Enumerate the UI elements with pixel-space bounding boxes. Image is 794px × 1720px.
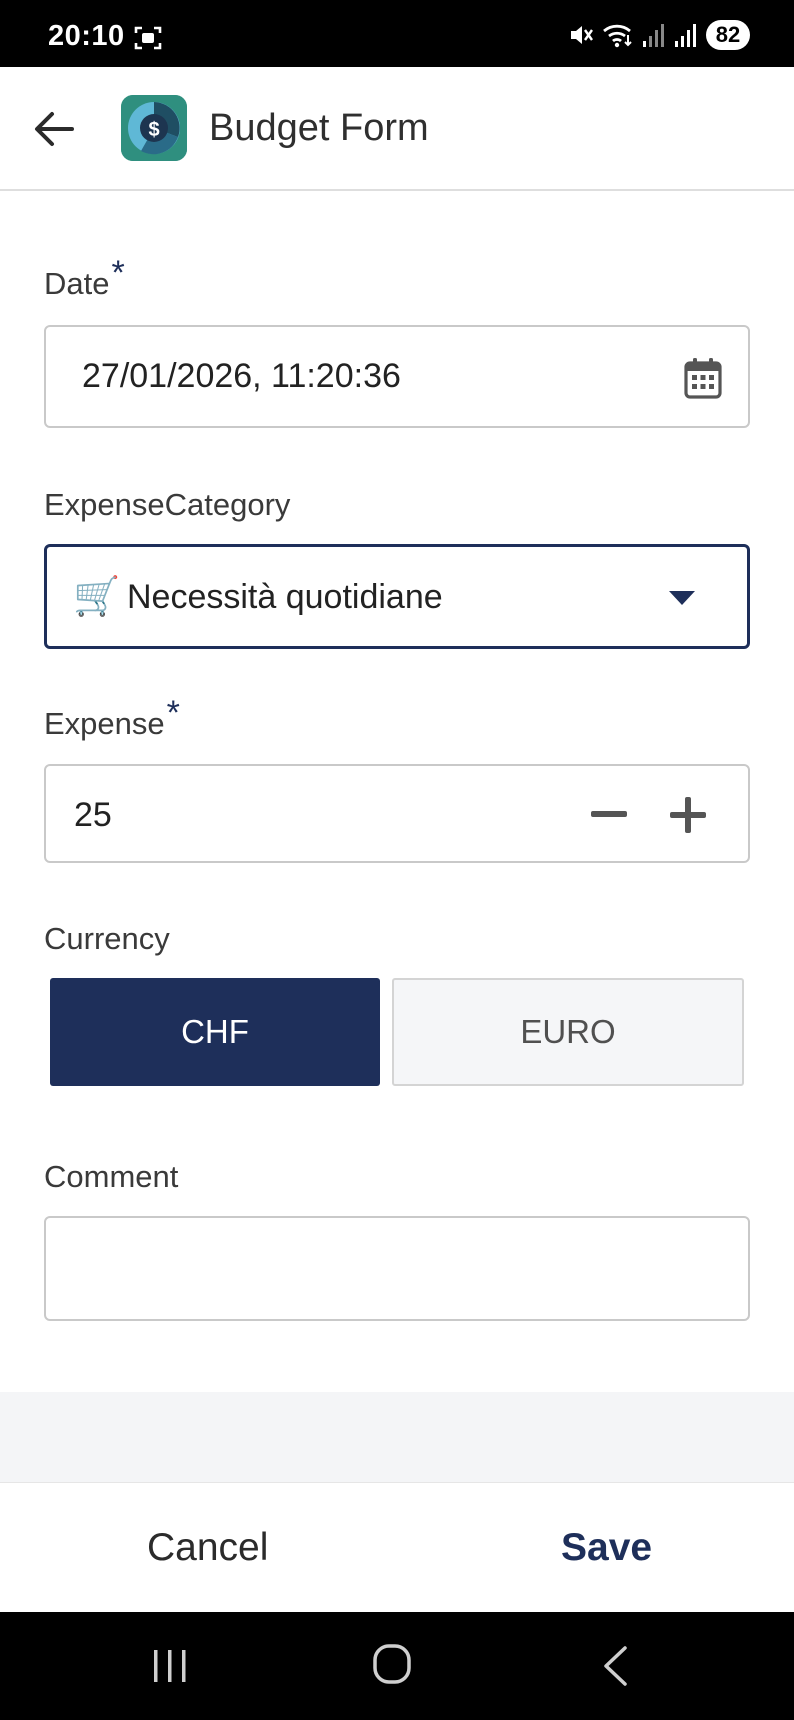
currency-chf-button[interactable]: CHF [50,978,380,1086]
date-value: 27/01/2026, 11:20:36 [82,357,401,395]
status-icons: 82 [568,20,750,50]
date-field[interactable]: 27/01/2026, 11:20:36 [44,325,750,428]
required-mark: * [111,254,125,292]
system-nav-bar [0,1612,794,1720]
date-label: Date* [44,254,125,301]
signal-icon [675,24,696,47]
calendar-icon[interactable] [684,357,722,399]
expense-value: 25 [74,796,112,834]
save-button[interactable]: Save [561,1483,652,1613]
back-nav-icon[interactable] [600,1644,630,1688]
action-bar: Cancel Save [0,1482,794,1612]
minus-icon [591,811,627,817]
svg-text:$: $ [148,119,159,141]
expense-category-label: ExpenseCategory [44,487,291,522]
home-icon[interactable] [372,1642,412,1686]
comment-label: Comment [44,1159,179,1194]
screenshot-icon [134,26,162,50]
cart-icon: 🛒 [73,576,121,618]
expense-category-value: Necessità quotidiane [127,578,443,616]
required-mark: * [166,694,180,732]
recent-apps-icon[interactable] [150,1648,190,1684]
app-bar: $ Budget Form [0,67,794,191]
expense-category-select[interactable]: 🛒 Necessità quotidiane [44,544,750,649]
status-time: 20:10 [48,20,125,52]
caret-down-icon [669,591,695,605]
increment-button[interactable] [664,791,712,839]
signal-icon [643,24,664,47]
form-footer-spacer [0,1392,794,1482]
page-title: Budget Form [209,107,429,149]
arrow-left-icon [35,112,74,146]
back-button[interactable] [22,97,86,161]
currency-euro-button[interactable]: EURO [392,978,744,1086]
decrement-button[interactable] [585,791,633,839]
mute-icon [571,26,593,44]
battery-indicator: 82 [706,20,750,50]
cancel-button[interactable]: Cancel [147,1483,268,1613]
plus-icon [670,797,706,833]
currency-label: Currency [44,921,170,956]
app-logo: $ [121,95,187,161]
comment-field[interactable] [44,1216,750,1321]
wifi-icon [603,24,632,48]
expense-input[interactable]: 25 [44,764,750,863]
status-bar: 20:10 82 [0,0,794,67]
expense-label: Expense* [44,694,180,741]
